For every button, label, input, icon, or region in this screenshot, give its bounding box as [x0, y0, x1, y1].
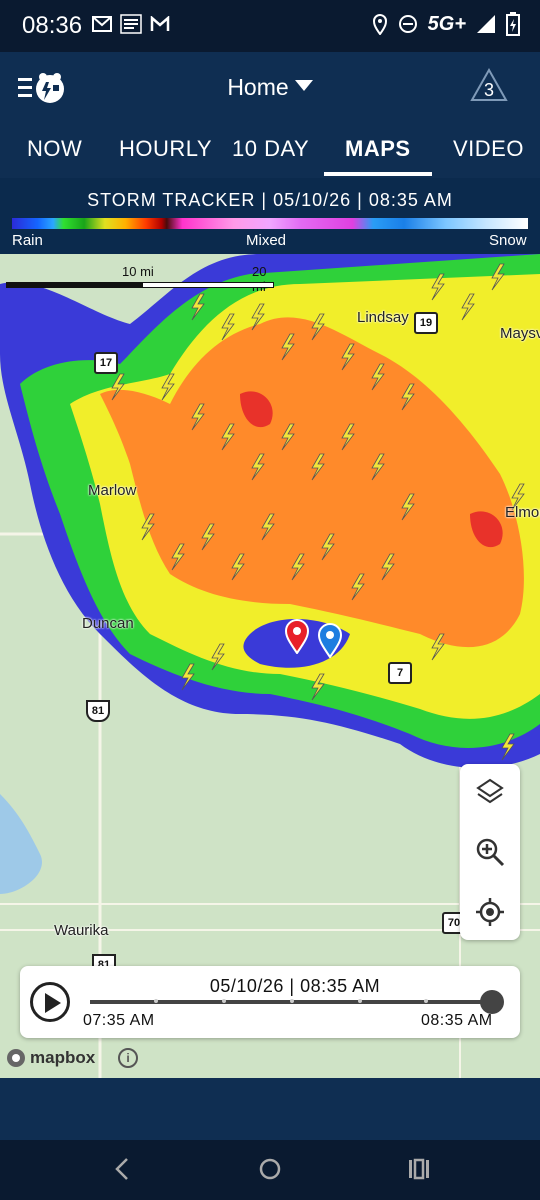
- mapbox-logo-icon: [7, 1049, 25, 1067]
- mapbox-brand: mapbox: [30, 1048, 96, 1067]
- route-shield: 7: [388, 662, 412, 684]
- radar-legend: STORM TRACKER | 05/10/26 | 08:35 AM Rain…: [0, 178, 540, 254]
- tab-now[interactable]: NOW: [27, 136, 82, 162]
- place-duncan: Duncan: [82, 615, 134, 632]
- place-marlow: Marlow: [88, 482, 137, 499]
- weather-channel-icon: [120, 14, 142, 34]
- network-type: 5G+: [427, 12, 466, 35]
- blue-location-pin-icon[interactable]: [317, 622, 343, 658]
- home-icon[interactable]: [258, 1156, 282, 1182]
- gmail-icon: [150, 16, 170, 31]
- tab-maps[interactable]: MAPS: [345, 136, 411, 162]
- legend-title: STORM TRACKER | 05/10/26 | 08:35 AM: [87, 190, 453, 210]
- layers-icon[interactable]: [474, 776, 506, 808]
- system-nav-bar: [0, 1140, 540, 1200]
- place-waurika: Waurika: [54, 922, 109, 939]
- recents-icon[interactable]: [406, 1156, 432, 1182]
- timeline-slider-handle[interactable]: [480, 990, 504, 1014]
- mapbox-logo[interactable]: mapbox: [6, 1048, 95, 1068]
- app-header: Home 3: [0, 52, 540, 124]
- back-icon[interactable]: [112, 1156, 132, 1182]
- player-timestamp: 05/10/26 | 08:35 AM: [209, 976, 381, 996]
- map-controls: [460, 764, 520, 940]
- scale-end-label: 20 mi: [252, 264, 267, 294]
- bottom-panel: [0, 1078, 540, 1140]
- tab-hourly[interactable]: HOURLY: [119, 136, 212, 162]
- gmail-icon: [92, 16, 112, 32]
- legend-mixed: Mixed: [246, 232, 287, 249]
- zoom-in-icon[interactable]: [474, 836, 506, 868]
- location-selector[interactable]: Home: [0, 74, 540, 101]
- active-tab-indicator: [324, 172, 432, 176]
- alert-count: 3: [484, 80, 494, 100]
- do-not-disturb-icon: [398, 15, 417, 33]
- signal-icon: [477, 15, 495, 33]
- radar-map[interactable]: 10 mi 20 mi Lindsay Maysv Marlow Duncan …: [0, 254, 540, 1078]
- legend-rain: Rain: [12, 232, 43, 249]
- route-shield: 19: [414, 312, 438, 334]
- timeline-start: 07:35 AM: [83, 1012, 155, 1029]
- status-time: 08:36: [22, 12, 83, 39]
- place-lindsay: Lindsay: [357, 309, 409, 326]
- status-bar: 08:36 5G+: [0, 0, 540, 52]
- scale-mid-label: 10 mi: [122, 264, 154, 279]
- timeline-end: 08:35 AM: [421, 1012, 493, 1029]
- route-shield: 17: [94, 352, 118, 374]
- place-elmore: Elmor: [505, 504, 540, 521]
- timeline-player: 05/10/26 | 08:35 AM 07:35 AM 08:35 AM: [20, 966, 520, 1038]
- location-icon: [372, 14, 387, 35]
- battery-icon: [506, 12, 520, 36]
- precip-color-bar: [12, 218, 528, 229]
- caret-down-icon: [294, 80, 313, 91]
- tab-10-day[interactable]: 10 DAY: [232, 136, 309, 162]
- location-title: Home: [227, 74, 289, 100]
- radar-overlay: [0, 254, 540, 1078]
- red-location-pin-icon[interactable]: [284, 618, 310, 654]
- tab-video[interactable]: VIDEO: [453, 136, 524, 162]
- map-scale: 10 mi 20 mi: [6, 260, 276, 294]
- tab-bar: NOW HOURLY 10 DAY MAPS VIDEO: [0, 124, 540, 178]
- legend-snow: Snow: [489, 232, 527, 249]
- route-shield: 81: [86, 700, 110, 722]
- locate-icon[interactable]: [474, 896, 506, 928]
- info-icon[interactable]: i: [118, 1048, 138, 1068]
- place-maysville: Maysv: [500, 325, 540, 342]
- alert-triangle-icon[interactable]: 3: [470, 68, 508, 102]
